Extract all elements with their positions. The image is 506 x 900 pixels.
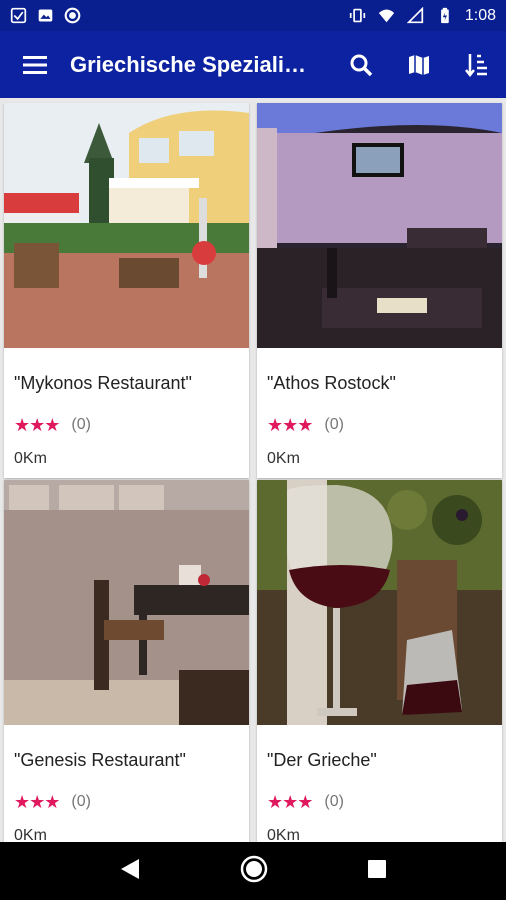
home-icon <box>240 855 268 882</box>
star-rating: ★★★ <box>267 414 313 435</box>
restaurant-card[interactable]: "Mykonos Restaurant" ★★★ (0) 0Km <box>4 103 249 478</box>
photo-icon <box>38 9 53 22</box>
clock: 1:08 <box>464 6 496 24</box>
restaurant-card[interactable]: "Athos Rostock" ★★★ (0) 0Km <box>257 103 502 478</box>
rating-count: (0) <box>71 793 91 810</box>
restaurant-card[interactable]: "Der Grieche" ★★★ (0) 0Km <box>257 480 502 842</box>
restaurant-card[interactable]: "Genesis Restaurant" ★★★ (0) 0Km <box>4 480 249 842</box>
sort-icon <box>465 53 487 77</box>
restaurant-photo <box>4 103 249 348</box>
distance: 0Km <box>14 827 47 842</box>
recents-icon <box>367 859 386 878</box>
hamburger-icon <box>23 55 47 74</box>
vibrate-icon <box>349 8 366 23</box>
restaurant-name: "Athos Rostock" <box>267 373 396 393</box>
rating-count: (0) <box>324 416 344 433</box>
star-rating: ★★★ <box>14 791 60 812</box>
star-rating: ★★★ <box>14 414 60 435</box>
system-nav-bar <box>0 842 506 900</box>
restaurant-photo <box>257 103 502 348</box>
distance: 0Km <box>267 450 300 467</box>
star-rating: ★★★ <box>267 791 313 812</box>
map-button[interactable] <box>390 31 448 98</box>
page-title: Griechische Spezialitäten <box>70 51 306 77</box>
rating-count: (0) <box>71 416 91 433</box>
back-button[interactable] <box>119 857 141 886</box>
restaurant-photo <box>4 480 249 725</box>
search-icon <box>350 54 373 76</box>
menu-button[interactable] <box>0 31 70 98</box>
battery-icon <box>440 7 449 24</box>
map-icon <box>409 54 429 75</box>
status-bar: 1:08 <box>0 0 506 31</box>
rating-count: (0) <box>324 793 344 810</box>
app-bar: Griechische Spezialitäten <box>0 31 506 98</box>
circle-icon <box>64 7 81 24</box>
wifi-icon <box>378 9 395 23</box>
clipboard-check-icon <box>10 7 27 24</box>
signal-icon <box>406 7 424 24</box>
sort-button[interactable] <box>448 31 506 98</box>
home-button[interactable] <box>240 855 268 888</box>
distance: 0Km <box>267 827 300 842</box>
restaurant-grid: "Mykonos Restaurant" ★★★ (0) 0Km "Athos … <box>0 98 506 842</box>
restaurant-photo <box>257 480 502 725</box>
recents-button[interactable] <box>367 859 387 884</box>
rating: ★★★ (0) <box>257 400 502 438</box>
rating: ★★★ (0) <box>4 777 249 815</box>
restaurant-name: "Der Grieche" <box>267 750 377 770</box>
rating: ★★★ (0) <box>4 400 249 438</box>
distance: 0Km <box>14 450 47 467</box>
search-button[interactable] <box>332 31 390 98</box>
back-icon <box>121 858 140 879</box>
restaurant-name: "Genesis Restaurant" <box>14 750 186 770</box>
rating: ★★★ (0) <box>257 777 502 815</box>
restaurant-name: "Mykonos Restaurant" <box>14 373 192 393</box>
